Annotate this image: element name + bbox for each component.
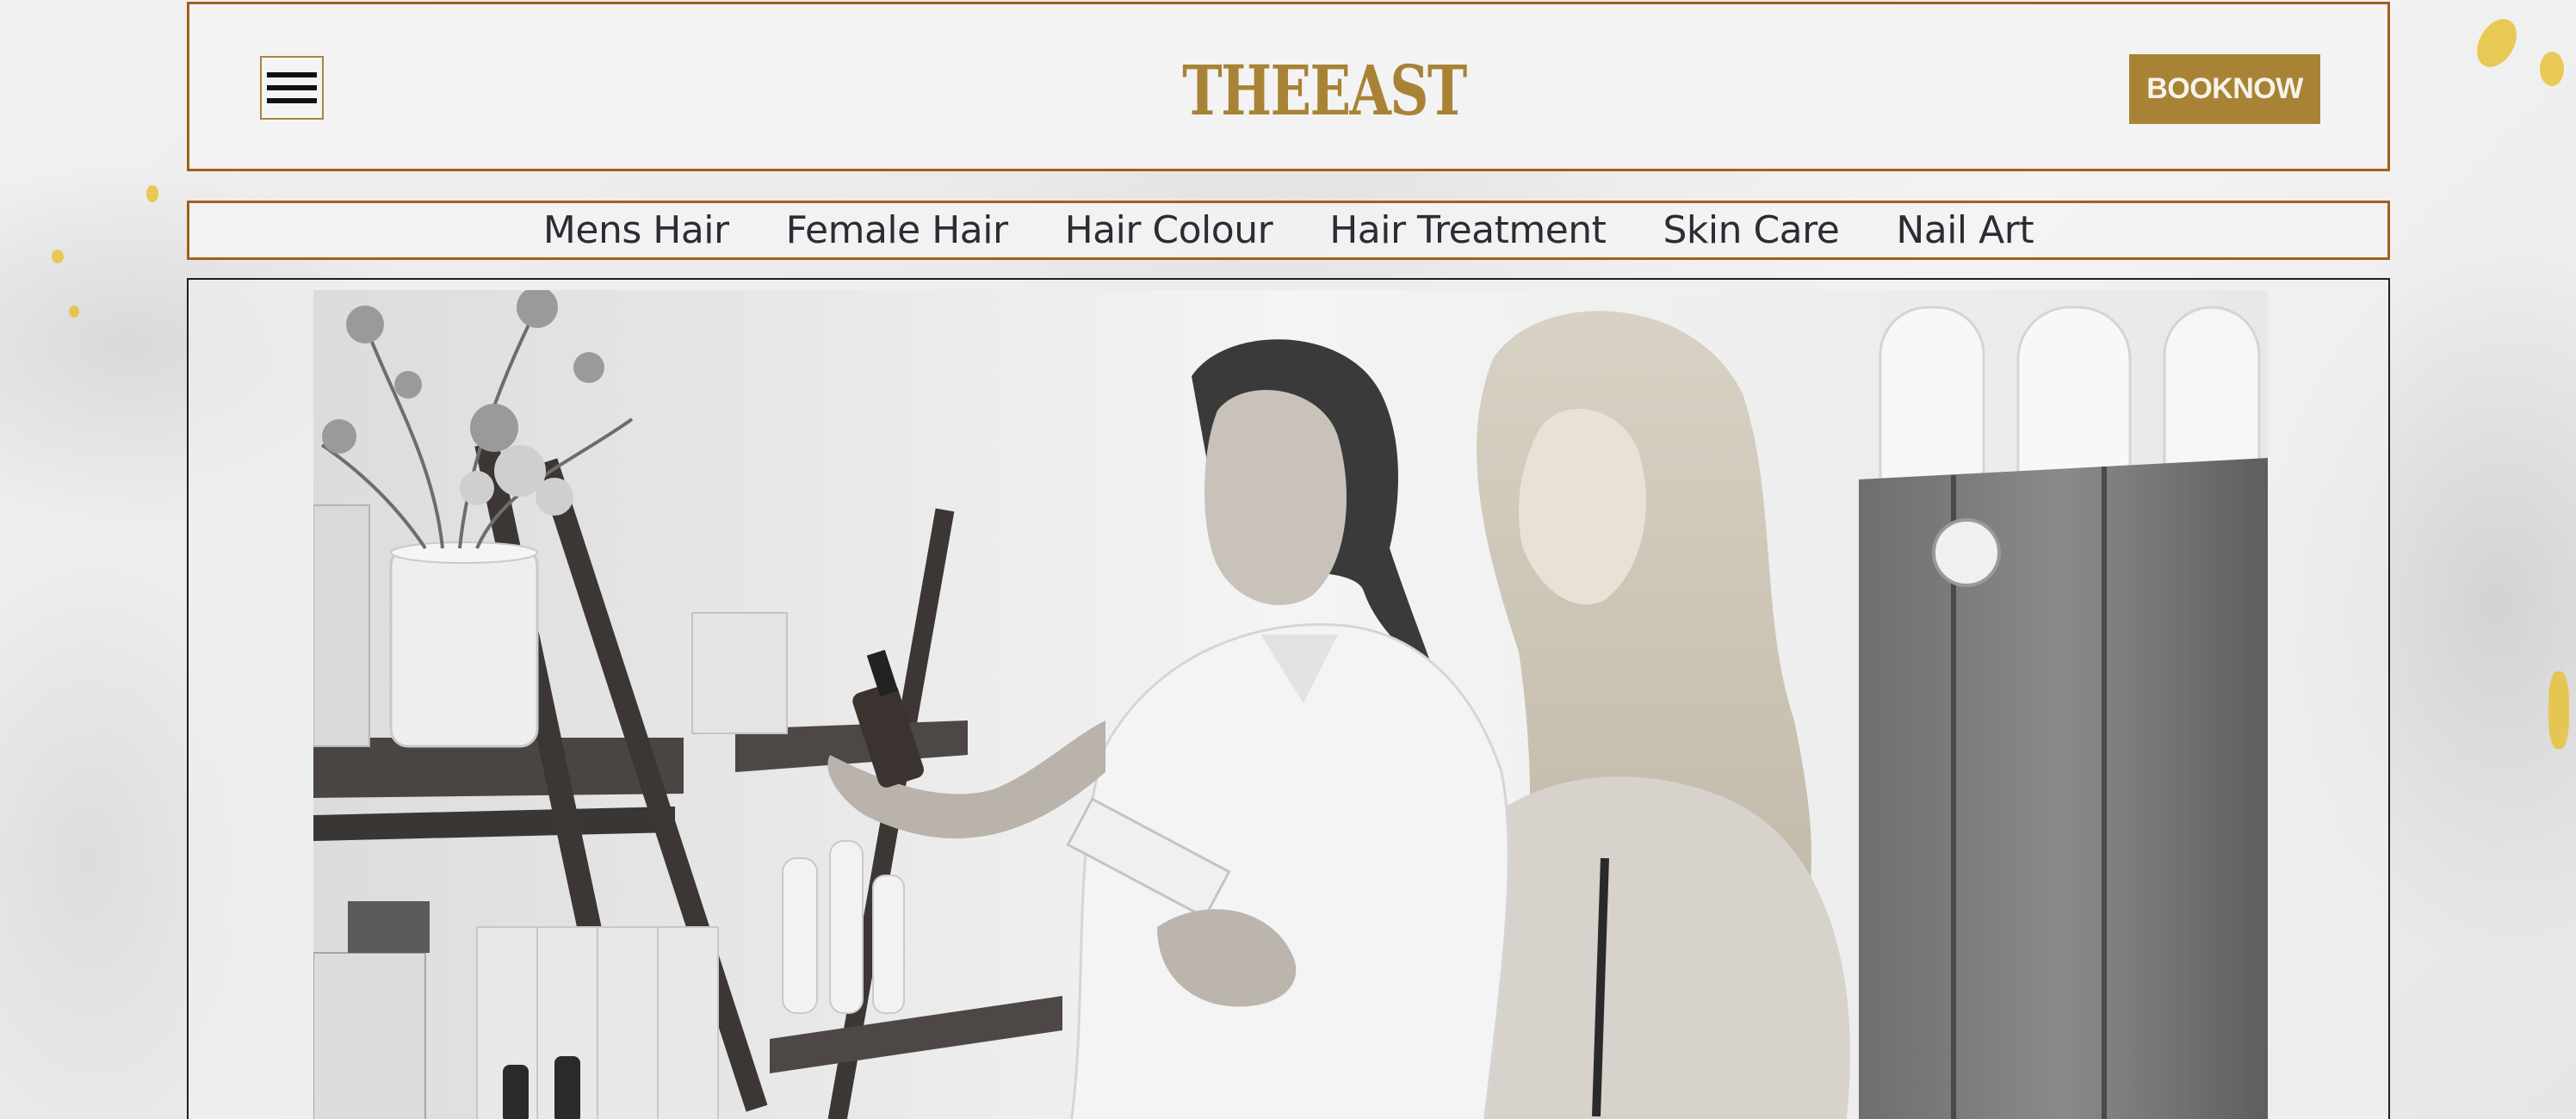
nav-item-nail-art[interactable]: Nail Art bbox=[1896, 205, 2034, 257]
salon-photo-illustration bbox=[313, 290, 2268, 1119]
hero-section bbox=[187, 278, 2390, 1119]
book-now-button[interactable]: BOOKNOW bbox=[2129, 54, 2320, 124]
gold-fleck bbox=[52, 250, 64, 263]
site-logo[interactable]: THEEAST bbox=[1182, 47, 1467, 133]
service-nav: Mens Hair Female Hair Hair Colour Hair T… bbox=[187, 201, 2390, 260]
hamburger-icon bbox=[267, 98, 317, 103]
nav-item-female-hair[interactable]: Female Hair bbox=[786, 205, 1008, 257]
menu-button[interactable] bbox=[260, 56, 324, 120]
gold-fleck bbox=[2548, 671, 2569, 749]
gold-fleck bbox=[69, 306, 79, 318]
gold-fleck bbox=[146, 185, 158, 202]
nav-item-hair-treatment[interactable]: Hair Treatment bbox=[1329, 205, 1607, 257]
nav-item-skin-care[interactable]: Skin Care bbox=[1663, 205, 1839, 257]
nav-item-hair-colour[interactable]: Hair Colour bbox=[1065, 205, 1273, 257]
nav-item-mens-hair[interactable]: Mens Hair bbox=[543, 205, 729, 257]
site-header: THEEAST BOOKNOW bbox=[187, 2, 2390, 171]
hamburger-icon bbox=[267, 85, 317, 90]
hero-photo bbox=[313, 290, 2268, 1119]
hamburger-icon bbox=[267, 72, 317, 77]
gold-fleck bbox=[2540, 52, 2564, 86]
